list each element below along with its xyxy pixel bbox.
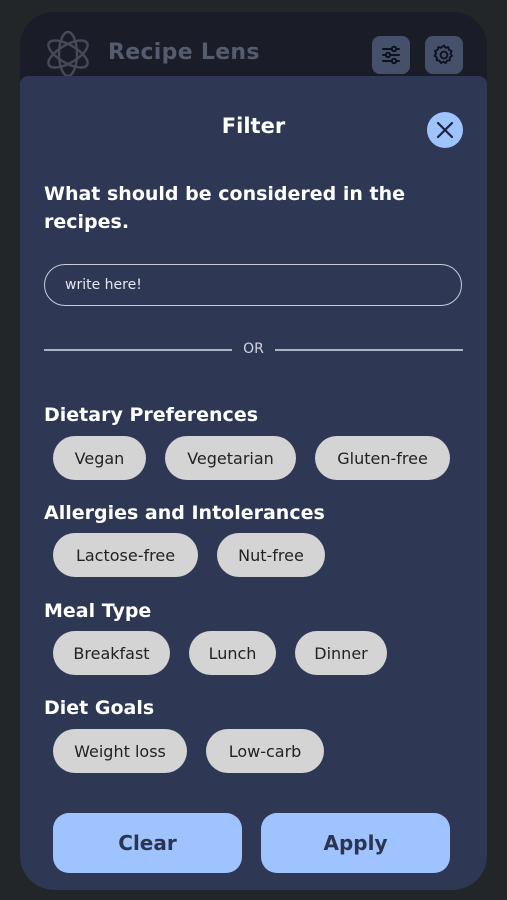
close-icon bbox=[436, 121, 454, 139]
section-title-diet-goals: Diet Goals bbox=[44, 697, 155, 719]
filter-prompt: What should be considered in the recipes… bbox=[44, 183, 406, 233]
section-title-meal-type: Meal Type bbox=[44, 600, 152, 622]
app-logo-icon bbox=[42, 28, 94, 80]
gear-icon bbox=[433, 44, 453, 65]
chip-weight-loss[interactable]: Weight loss bbox=[53, 729, 187, 773]
chip-vegetarian[interactable]: Vegetarian bbox=[165, 436, 296, 480]
or-label: OR bbox=[243, 341, 264, 357]
section-title-allergies: Allergies and Intolerances bbox=[44, 502, 325, 524]
filter-title: Filter bbox=[221, 114, 286, 138]
sliders-icon bbox=[382, 45, 400, 65]
chip-dinner[interactable]: Dinner bbox=[295, 631, 387, 675]
chip-vegan[interactable]: Vegan bbox=[53, 436, 146, 480]
phone-frame: Recipe Lens Filter What should be consid… bbox=[20, 12, 487, 890]
filter-panel: Filter What should be considered in the … bbox=[20, 76, 487, 890]
close-button[interactable] bbox=[427, 112, 463, 148]
section-title-dietary-preferences: Dietary Preferences bbox=[44, 404, 259, 426]
chip-nut-free[interactable]: Nut-free bbox=[217, 533, 325, 577]
divider-left bbox=[44, 349, 232, 351]
consideration-input[interactable] bbox=[44, 264, 462, 306]
divider-right bbox=[275, 349, 463, 351]
app-header: Recipe Lens bbox=[20, 12, 487, 80]
chip-lunch[interactable]: Lunch bbox=[189, 631, 276, 675]
apply-button[interactable]: Apply bbox=[261, 813, 450, 873]
chip-breakfast[interactable]: Breakfast bbox=[53, 631, 170, 675]
filter-button[interactable] bbox=[372, 36, 410, 74]
chip-low-carb[interactable]: Low-carb bbox=[206, 729, 324, 773]
chip-gluten-free[interactable]: Gluten-free bbox=[315, 436, 450, 480]
settings-button[interactable] bbox=[425, 36, 463, 74]
app-title: Recipe Lens bbox=[108, 40, 260, 65]
clear-button[interactable]: Clear bbox=[53, 813, 242, 873]
chip-lactose-free[interactable]: Lactose-free bbox=[53, 533, 198, 577]
